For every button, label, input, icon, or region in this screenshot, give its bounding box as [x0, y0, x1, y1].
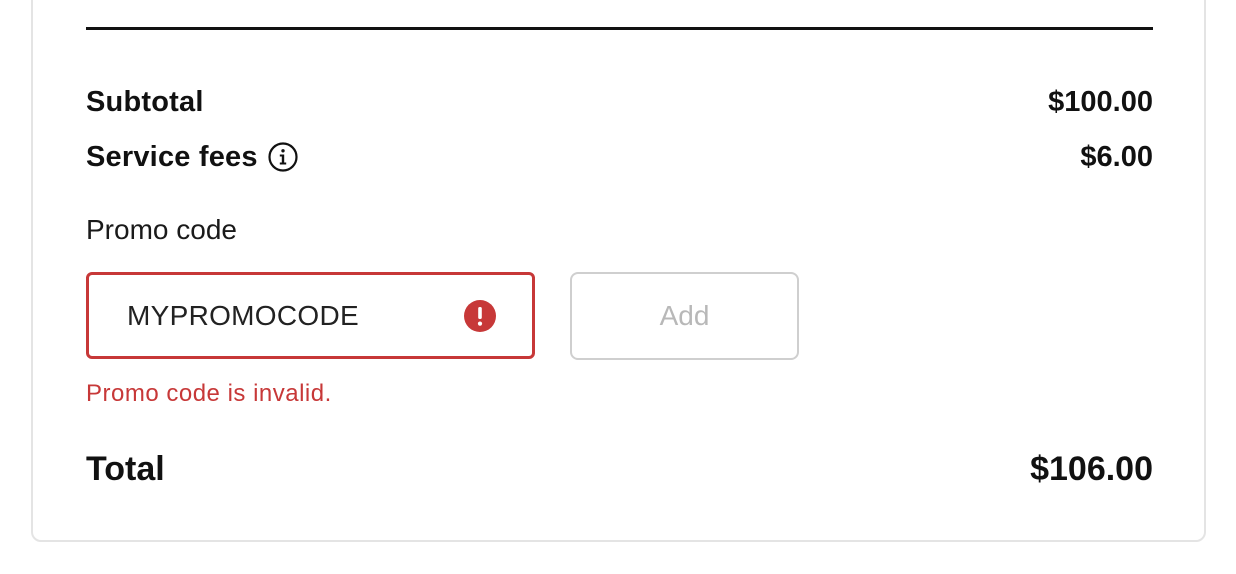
promo-code-input[interactable]: [127, 299, 447, 332]
total-label: Total: [86, 449, 165, 488]
promo-code-field[interactable]: [86, 272, 535, 359]
total-amount: $106.00: [1030, 449, 1153, 488]
service-fees-row: Service fees $6.00: [86, 139, 1153, 175]
promo-error-message: Promo code is invalid.: [86, 380, 332, 407]
service-fees-label: Service fees: [86, 140, 258, 173]
subtotal-row: Subtotal $100.00: [86, 84, 1153, 120]
add-promo-button[interactable]: Add: [570, 272, 799, 360]
service-fees-amount: $6.00: [1080, 140, 1153, 173]
subtotal-amount: $100.00: [1048, 85, 1153, 118]
total-row: Total $106.00: [86, 447, 1153, 491]
summary-divider: [86, 27, 1153, 30]
subtotal-label: Subtotal: [86, 85, 204, 118]
service-fees-label-group: Service fees: [86, 141, 298, 174]
info-circle-icon[interactable]: [268, 142, 298, 172]
exclamation-circle-icon: [464, 299, 496, 332]
promo-code-label: Promo code: [86, 214, 237, 245]
